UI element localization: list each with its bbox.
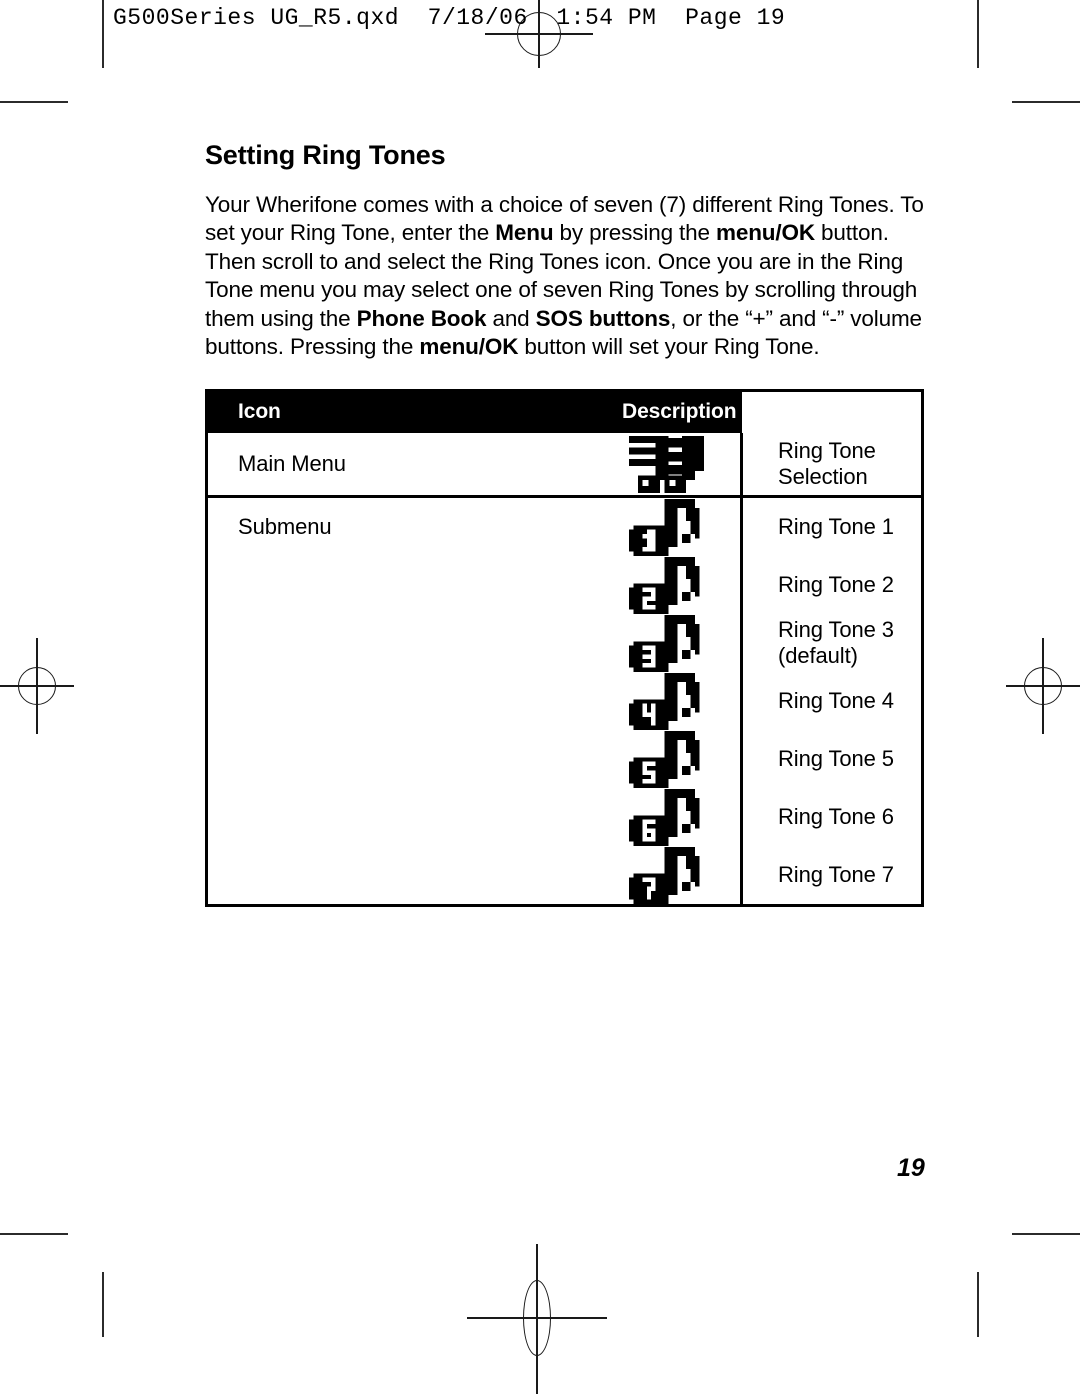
table-row: Ring Tone 7 — [207, 846, 923, 906]
emphasis-run: Phone Book — [356, 305, 487, 331]
page-content: Setting Ring Tones Your Wherifone comes … — [205, 140, 927, 908]
running-header-filename: G500Series UG_R5.qxd 7/18/06 1:54 PM Pag… — [113, 5, 786, 31]
music-note-7-icon — [592, 846, 743, 906]
registration-vertical-line — [536, 1244, 538, 1394]
intro-paragraph: Your Wherifone comes with a choice of se… — [205, 192, 924, 360]
crop-mark-top-right-vertical — [977, 0, 979, 68]
row-description: Ring Tone 2 — [778, 572, 894, 598]
crop-mark-top-left-horizontal — [0, 101, 68, 103]
row-label — [207, 730, 593, 788]
music-note-6-icon — [592, 788, 743, 847]
emphasis-run: menu/OK — [419, 334, 519, 360]
ring-tone-icon-table: Icon Description Main Menu Ring Tone Sele… — [205, 389, 924, 908]
page-number: 19 — [897, 1154, 925, 1182]
row-label — [207, 788, 593, 846]
crop-mark-top-right-horizontal — [1012, 101, 1080, 103]
emphasis-run: Menu — [495, 220, 554, 246]
table-row: Main Menu Ring Tone Selection — [206, 433, 923, 499]
row-label — [207, 556, 593, 614]
crop-mark-bottom-left-horizontal — [0, 1233, 68, 1235]
row-label — [207, 614, 593, 672]
registration-horizontal-line — [1006, 685, 1080, 687]
table-row: Ring Tone 6 — [207, 788, 923, 847]
table-row: Ring Tone 4 — [207, 672, 923, 731]
row-description: Ring Tone 6 — [778, 804, 894, 830]
music-note-4-icon — [592, 672, 743, 731]
table-row: Ring Tone 2 — [207, 556, 923, 615]
music-note-3-icon — [592, 614, 743, 673]
row-description: Ring Tone 7 — [778, 862, 894, 888]
registration-horizontal-line — [467, 1317, 607, 1319]
table-body: Main Menu Ring Tone Selection Submenu Ring … — [206, 433, 923, 906]
row-description: Ring Tone 3 (default) — [778, 617, 894, 669]
registration-horizontal-line — [485, 33, 593, 35]
emphasis-run: menu/OK — [715, 220, 815, 246]
row-label: Main Menu — [206, 433, 592, 499]
row-description: Ring Tone 1 — [778, 514, 894, 540]
column-header-description: Description — [592, 390, 742, 434]
crop-mark-top-left-vertical — [102, 0, 104, 68]
music-note-2-icon — [592, 556, 743, 615]
music-note-5-icon — [592, 730, 743, 789]
table-row: Submenu Ring Tone 1 — [207, 496, 923, 557]
table-row: Ring Tone 5 — [207, 730, 923, 789]
table-header: Icon Description — [206, 390, 923, 434]
row-description: Ring Tone 5 — [778, 746, 894, 772]
table-row: Ring Tone 3 (default) — [207, 614, 923, 673]
column-header-icon: Icon — [206, 390, 592, 434]
crop-mark-bottom-right-line — [977, 1272, 979, 1337]
registration-horizontal-line — [0, 685, 74, 687]
row-label — [207, 672, 593, 730]
page-title: Setting Ring Tones — [205, 140, 446, 170]
row-label — [207, 846, 593, 906]
table-header-row: Icon Description — [206, 390, 923, 434]
crop-mark-bottom-left-line — [102, 1272, 104, 1337]
row-description: Ring Tone Selection — [741, 433, 923, 499]
double-music-note-icon — [592, 433, 743, 499]
music-note-1-icon — [592, 496, 743, 557]
crop-mark-bottom-right-horizontal — [1012, 1233, 1080, 1235]
row-label: Submenu — [238, 514, 332, 540]
row-description: Ring Tone 4 — [778, 688, 894, 714]
emphasis-run: SOS buttons — [535, 305, 671, 331]
